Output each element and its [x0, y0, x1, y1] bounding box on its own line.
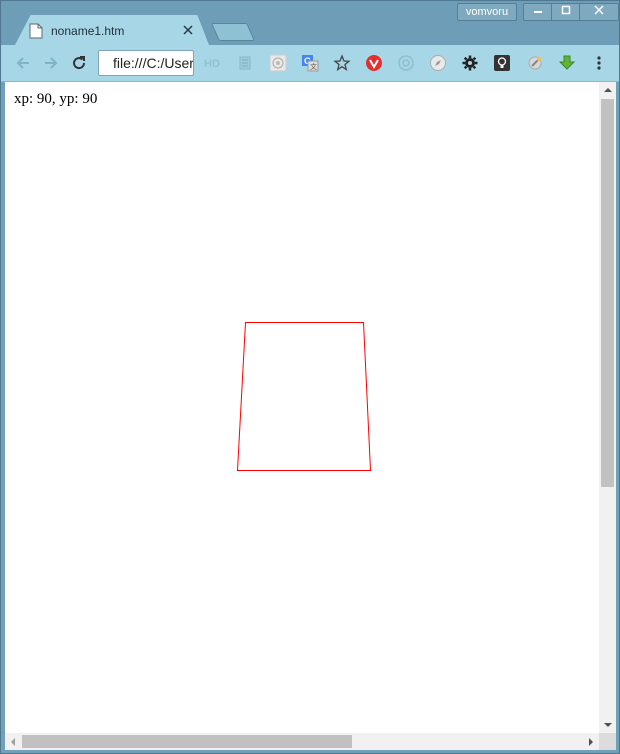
compass-extension-button[interactable]: [428, 53, 448, 73]
tab-close-button[interactable]: [181, 23, 195, 39]
scroll-up-button[interactable]: [599, 82, 616, 98]
translate-extension-button[interactable]: G文: [300, 53, 320, 73]
reload-icon: [73, 56, 86, 70]
document-icon: [29, 23, 43, 39]
forward-button[interactable]: [41, 53, 61, 73]
download-extension-button[interactable]: [557, 53, 577, 73]
forward-arrow-icon: [45, 57, 58, 69]
tab-title: noname1.htm: [51, 24, 125, 38]
scroll-down-button[interactable]: [599, 717, 616, 733]
at-extension-button[interactable]: [396, 53, 416, 73]
list-extension-button[interactable]: [235, 53, 255, 73]
scrollbar-corner: [599, 733, 616, 750]
scroll-down-arrow-icon: [603, 723, 612, 727]
profile-button[interactable]: vomvoru: [457, 3, 517, 21]
minimize-button[interactable]: [524, 4, 553, 20]
lightbulb-extension-button[interactable]: [492, 53, 512, 73]
toolbar: file:///C:/Users HD G文: [1, 45, 619, 82]
close-icon: [594, 5, 604, 15]
reload-button[interactable]: [69, 53, 89, 73]
minimize-icon: [533, 11, 542, 13]
horizontal-scroll-thumb[interactable]: [22, 735, 352, 748]
vivaldi-icon: [366, 55, 382, 71]
vertical-scrollbar[interactable]: [599, 82, 616, 733]
horizontal-scrollbar[interactable]: [5, 733, 599, 750]
svg-text:HD: HD: [204, 58, 220, 70]
download-icon: [558, 55, 576, 70]
compass-icon: [430, 55, 446, 71]
scroll-right-arrow-icon: [589, 737, 593, 746]
bookmark-star-icon: [333, 54, 351, 71]
red-quadrilateral: [236, 322, 372, 471]
lightbulb-icon: [494, 55, 510, 71]
close-icon: [183, 25, 193, 35]
browser-window: vomvoru noname1.htm file:///C:/Users HD …: [0, 0, 620, 754]
close-window-button[interactable]: [580, 4, 618, 20]
svg-text:文: 文: [310, 62, 317, 71]
bookmark-button[interactable]: [332, 53, 352, 73]
gear-icon: [462, 55, 478, 71]
back-button[interactable]: [13, 53, 33, 73]
list-icon: [239, 56, 251, 70]
hd-extension-button[interactable]: HD: [203, 53, 223, 73]
settings-sparkle-icon: [528, 56, 542, 70]
page-content[interactable]: xp: 90, yp: 90: [5, 82, 599, 733]
maximize-icon: [561, 5, 570, 15]
translate-icon: G文: [302, 55, 319, 72]
settings-extension-button[interactable]: [525, 53, 545, 73]
new-tab-button[interactable]: [210, 23, 256, 41]
scroll-left-button[interactable]: [5, 733, 21, 750]
network-extension-button[interactable]: [268, 53, 288, 73]
vivaldi-extension-button[interactable]: [364, 53, 384, 73]
address-text: file:///C:/Users: [113, 55, 194, 71]
hd-icon: HD: [204, 58, 220, 70]
tab-content: noname1.htm: [29, 17, 205, 45]
scroll-up-arrow-icon: [603, 88, 612, 92]
scroll-right-button[interactable]: [583, 733, 599, 750]
address-bar[interactable]: file:///C:/Users: [98, 50, 194, 76]
menu-button[interactable]: [589, 53, 609, 73]
more-menu-icon: [597, 56, 601, 70]
network-icon: [269, 54, 287, 72]
back-arrow-icon: [16, 57, 29, 69]
maximize-button[interactable]: [552, 4, 581, 20]
scroll-left-arrow-icon: [11, 737, 15, 746]
gear-extension-button[interactable]: [460, 53, 480, 73]
title-bar[interactable]: vomvoru noname1.htm: [1, 1, 619, 45]
drawing-canvas[interactable]: [5, 82, 599, 733]
vertical-scroll-thumb[interactable]: [601, 99, 614, 487]
at-icon: [398, 55, 414, 71]
window-controls: [523, 3, 619, 21]
